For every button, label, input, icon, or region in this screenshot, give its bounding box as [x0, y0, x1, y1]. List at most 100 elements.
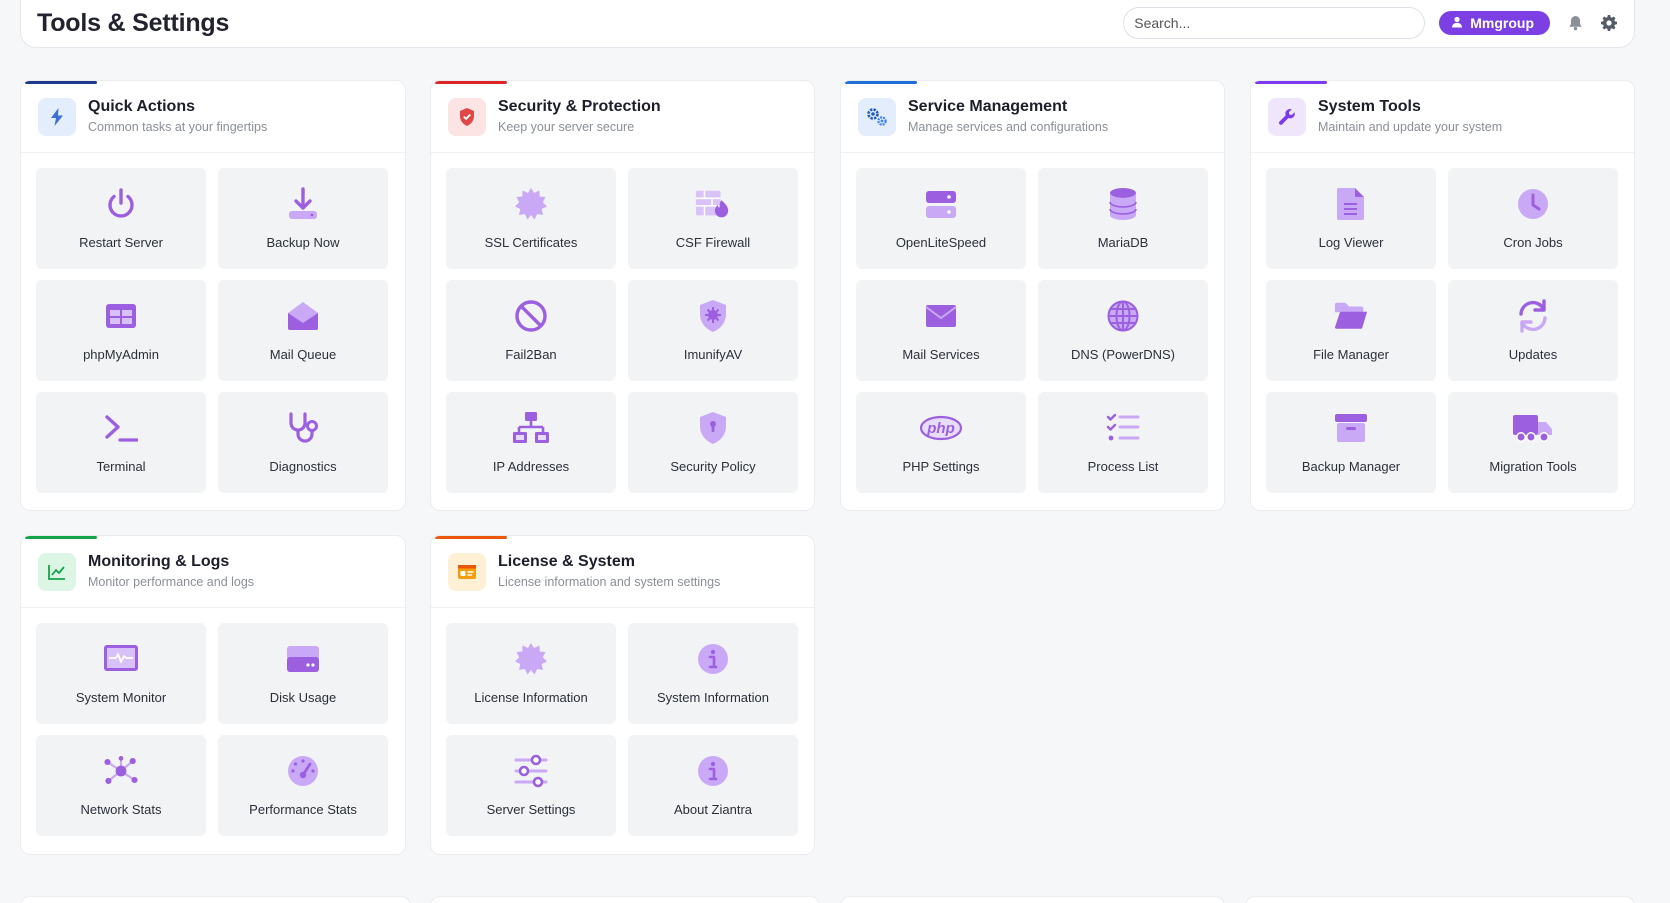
tile-label: Network Stats: [80, 802, 162, 817]
section-title: System Tools: [1318, 98, 1421, 115]
bolt-icon: [38, 97, 76, 136]
card-partial: [430, 896, 820, 903]
diagnostics-button[interactable]: Diagnostics: [218, 392, 388, 493]
system-information-button[interactable]: System Information: [628, 623, 798, 724]
about-ziantra-button[interactable]: About Ziantra: [628, 735, 798, 836]
section-subtitle: Manage services and configurations: [908, 120, 1109, 134]
card-accent: [25, 536, 97, 539]
section-subtitle: Maintain and update your system: [1318, 120, 1503, 134]
tile-label: DNS (PowerDNS): [1070, 347, 1175, 362]
section-title: License & System: [498, 553, 635, 570]
tile-label: Process List: [1087, 459, 1159, 474]
card-header: Security & Protection Keep your server s…: [431, 81, 814, 153]
tile-label: PHP Settings: [902, 459, 980, 474]
tile-label: Diagnostics: [269, 459, 337, 474]
security-policy-button[interactable]: Security Policy: [628, 392, 798, 493]
file-manager-button[interactable]: File Manager: [1266, 280, 1436, 381]
wrench-icon: [1268, 97, 1306, 136]
envelope-icon: [923, 298, 959, 334]
system-tools-grid: Log Viewer Cron Jobs File Manager Update…: [1266, 168, 1618, 493]
tile-label: Performance Stats: [249, 802, 357, 817]
envelope-open-icon: [285, 298, 321, 334]
power-icon: [103, 186, 139, 222]
mail-services-button[interactable]: Mail Services: [856, 280, 1026, 381]
user-icon: [1451, 15, 1463, 31]
top-bar-actions: Mmgroup: [1123, 7, 1618, 39]
disk-usage-button[interactable]: Disk Usage: [218, 623, 388, 724]
ip-addresses-button[interactable]: IP Addresses: [446, 392, 616, 493]
restart-server-button[interactable]: Restart Server: [36, 168, 206, 269]
quick-actions-grid: Restart Server Backup Now phpMyAdmin Mai…: [36, 168, 388, 493]
system-monitor-button[interactable]: System Monitor: [36, 623, 206, 724]
card-accent: [1255, 81, 1327, 84]
sync-icon: [1515, 298, 1551, 334]
tile-label: Cron Jobs: [1503, 235, 1563, 250]
section-title: Service Management: [908, 98, 1068, 115]
shield-icon: [448, 97, 486, 136]
card-accent: [845, 81, 917, 84]
dns-powerdns-button[interactable]: DNS (PowerDNS): [1038, 280, 1208, 381]
bell-icon[interactable]: [1566, 14, 1584, 32]
tile-label: IP Addresses: [492, 459, 570, 474]
tile-label: Security Policy: [670, 459, 756, 474]
tile-label: Updates: [1508, 347, 1558, 362]
stethoscope-icon: [285, 410, 321, 446]
cron-jobs-button[interactable]: Cron Jobs: [1448, 168, 1618, 269]
chart-line-icon: [38, 552, 76, 591]
card-header: Monitoring & Logs Monitor performance an…: [21, 536, 405, 608]
fail2ban-button[interactable]: Fail2Ban: [446, 280, 616, 381]
backup-now-button[interactable]: Backup Now: [218, 168, 388, 269]
mail-queue-button[interactable]: Mail Queue: [218, 280, 388, 381]
process-list-button[interactable]: Process List: [1038, 392, 1208, 493]
tile-label: MariaDB: [1097, 235, 1149, 250]
service-grid: OpenLiteSpeed MariaDB Mail Services DNS …: [856, 168, 1208, 493]
card-accent: [435, 81, 507, 84]
network-stats-button[interactable]: Network Stats: [36, 735, 206, 836]
log-viewer-button[interactable]: Log Viewer: [1266, 168, 1436, 269]
id-card-icon: [448, 552, 486, 591]
tile-label: Backup Now: [266, 235, 340, 250]
license-card: License & System License information and…: [430, 535, 815, 855]
truck-icon: [1512, 410, 1554, 446]
card-partial: [20, 896, 411, 903]
csf-firewall-button[interactable]: CSF Firewall: [628, 168, 798, 269]
server-settings-button[interactable]: Server Settings: [446, 735, 616, 836]
performance-stats-button[interactable]: Performance Stats: [218, 735, 388, 836]
certificate-icon: [513, 641, 549, 677]
backup-manager-button[interactable]: Backup Manager: [1266, 392, 1436, 493]
updates-button[interactable]: Updates: [1448, 280, 1618, 381]
sliders-icon: [513, 753, 549, 789]
ssl-certificates-button[interactable]: SSL Certificates: [446, 168, 616, 269]
tile-label: Fail2Ban: [505, 347, 557, 362]
imunifyav-button[interactable]: ImunifyAV: [628, 280, 798, 381]
monitoring-grid: System Monitor Disk Usage Network Stats …: [36, 623, 388, 836]
service-management-card: Service Management Manage services and c…: [840, 80, 1225, 511]
license-information-button[interactable]: License Information: [446, 623, 616, 724]
info-circle-icon: [695, 641, 731, 677]
tile-label: Terminal: [96, 459, 146, 474]
mariadb-button[interactable]: MariaDB: [1038, 168, 1208, 269]
certificate-icon: [513, 186, 549, 222]
tile-label: Mail Services: [902, 347, 980, 362]
user-name: Mmgroup: [1470, 15, 1534, 31]
tile-label: Log Viewer: [1318, 235, 1384, 250]
info-circle-icon: [695, 753, 731, 789]
openlitespeed-button[interactable]: OpenLiteSpeed: [856, 168, 1026, 269]
shield-keyhole-icon: [695, 410, 731, 446]
gauge-icon: [285, 753, 321, 789]
tile-label: File Manager: [1313, 347, 1389, 362]
migration-tools-button[interactable]: Migration Tools: [1448, 392, 1618, 493]
phpmyadmin-button[interactable]: phpMyAdmin: [36, 280, 206, 381]
card-header: Service Management Manage services and c…: [841, 81, 1224, 153]
monitor-waveform-icon: [103, 641, 139, 677]
user-menu-button[interactable]: Mmgroup: [1439, 11, 1550, 35]
card-accent: [435, 536, 507, 539]
firewall-icon: [695, 186, 731, 222]
terminal-button[interactable]: Terminal: [36, 392, 206, 493]
tile-label: Server Settings: [486, 802, 576, 817]
gear-icon[interactable]: [1600, 14, 1618, 32]
table-icon: [103, 298, 139, 334]
folder-open-icon: [1333, 298, 1369, 334]
php-settings-button[interactable]: php PHP Settings: [856, 392, 1026, 493]
search-input[interactable]: [1123, 7, 1426, 39]
